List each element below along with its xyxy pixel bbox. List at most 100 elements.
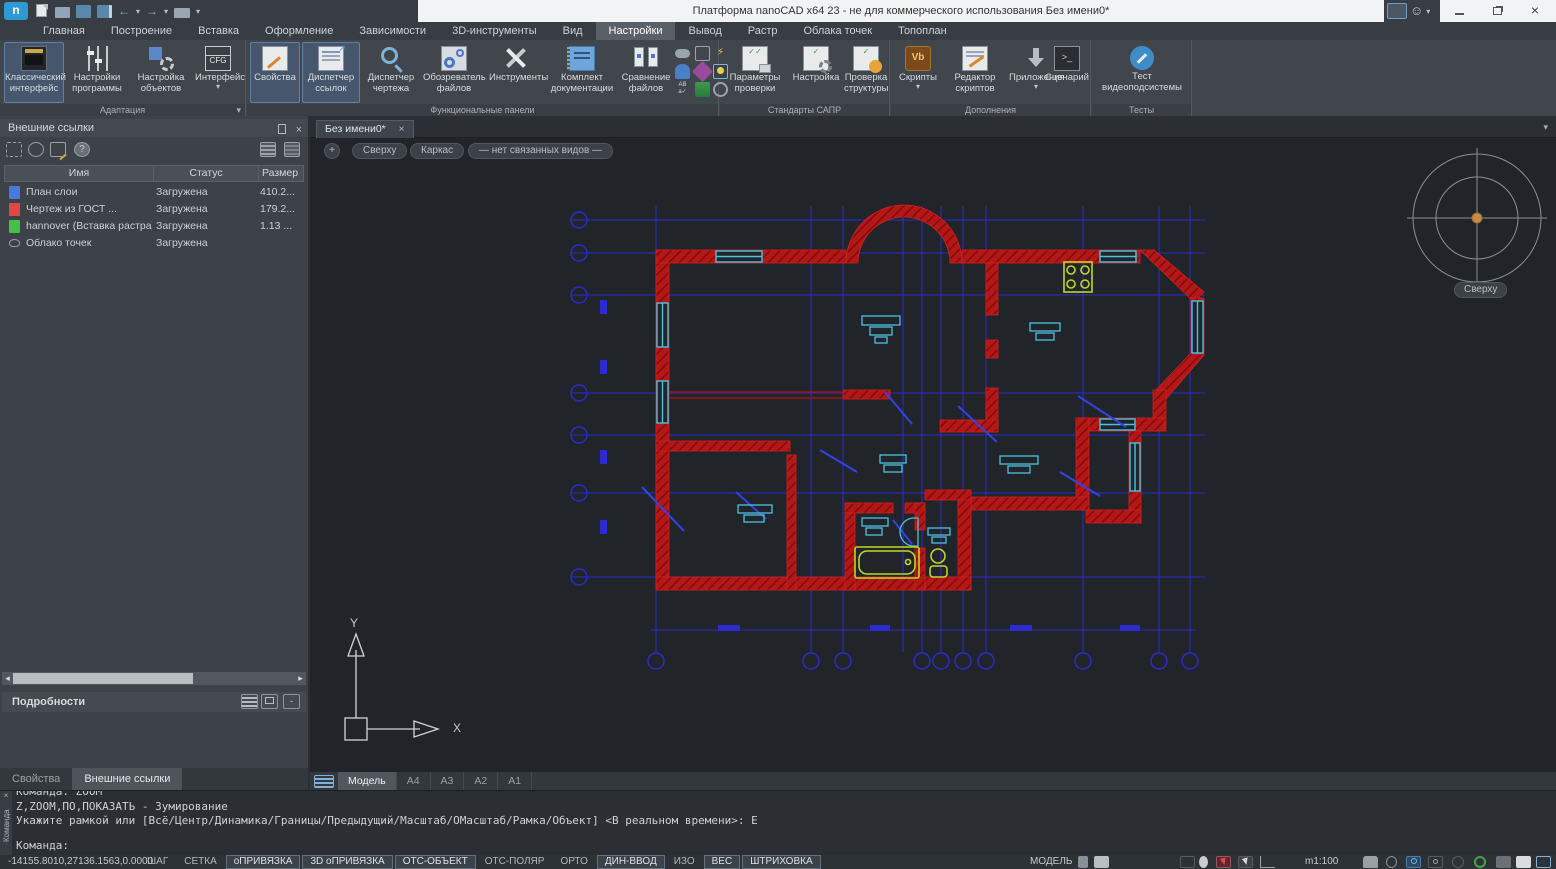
section-icon[interactable] [695,46,710,61]
tab-glavnaya[interactable]: Главная [30,22,98,40]
undo-icon[interactable]: ← [118,4,130,18]
save-as-icon[interactable] [97,4,112,18]
script-editor-button[interactable]: Редактор скриптов [944,42,1006,103]
column-status[interactable]: Статус [153,166,258,181]
pin-icon[interactable] [278,124,286,134]
undo-caret-icon[interactable]: ▾ [136,7,140,15]
classic-interface-button[interactable]: Классический интерфейс [4,42,66,103]
fullscreen-icon[interactable] [1536,856,1551,868]
xref-row[interactable]: Облако точек Загружена [4,235,304,252]
toggle-3d-osnap[interactable]: 3D оПРИВЯЗКА [302,855,393,869]
layout-tab-a1[interactable]: А1 [498,772,533,790]
close-panel-icon[interactable]: × [296,124,302,137]
properties-button[interactable]: Свойства [250,42,300,103]
zoom-icon[interactable] [1386,856,1397,868]
tab-vstavka[interactable]: Вставка [185,22,252,40]
xref-row[interactable]: hannover (Вставка растра) Загружена 1.13… [4,218,304,235]
command-input[interactable]: Команда: [16,839,69,852]
xref-row[interactable]: План слои Загружена 410.2... [4,184,304,201]
tab-nastroyki[interactable]: Настройки [595,22,676,40]
chart-icon[interactable] [695,82,710,97]
redo-icon[interactable]: → [146,4,158,18]
scenario-button[interactable]: >_ Сценарий [1043,42,1091,103]
tools-button[interactable]: Инструменты [488,42,548,103]
restore-button[interactable] [1482,0,1512,22]
close-button[interactable]: × [1520,0,1550,22]
tab-postroenie[interactable]: Построение [98,22,185,40]
toggle-lineweight[interactable]: ВЕС [703,855,741,869]
file-browser-button[interactable]: Обозреватель файлов [422,42,486,103]
viewport-menu-button[interactable]: + [324,143,340,159]
ribbon-toggle-icon[interactable] [1387,3,1407,19]
xref-row[interactable]: Чертеж из ГОСТ ... Загружена 179.2... [4,201,304,218]
layout-tab-model[interactable]: Модель [338,772,397,790]
tab-oblaka-tochek[interactable]: Облака точек [791,22,886,40]
scrollbar-thumb[interactable] [13,673,193,684]
zoom-extents-icon[interactable] [1428,856,1443,868]
print-icon[interactable] [174,8,191,18]
xref-manager-button[interactable]: ↗ Диспетчер ссылок [302,42,360,103]
minimize-button[interactable] [1444,0,1474,22]
toggle-osnap[interactable]: оПРИВЯЗКА [225,855,301,869]
help-icon[interactable]: ? [74,142,90,157]
spell-check-icon[interactable]: АВ а✓ [675,82,690,97]
document-close-icon[interactable]: × [399,124,405,135]
program-settings-button[interactable]: Настройки программы [66,42,128,103]
pan-icon[interactable] [1363,856,1378,868]
drawing-viewport[interactable]: + Сверху Каркас — нет связанных видов — … [310,138,1556,772]
qat-customize-icon[interactable]: ▾ [196,7,200,15]
tab-vyvod[interactable]: Вывод [675,22,734,40]
tab-3d-instrumenty[interactable]: 3D-инструменты [439,22,550,40]
layout-tab-a4[interactable]: А4 [397,772,431,790]
materials-icon[interactable] [691,60,714,83]
detail-view-icon[interactable] [260,142,276,157]
command-close-icon[interactable]: × [0,791,12,800]
view-direction-button[interactable]: Сверху [352,143,408,159]
command-side-tab[interactable]: × Команда [0,791,12,855]
object-settings-button[interactable]: Настройка объектов [130,42,192,103]
linked-views-button[interactable]: — нет связанных видов — [468,143,614,159]
orbit-icon[interactable] [1452,856,1464,868]
scripts-button[interactable]: Vb Скрипты ▾ [894,42,942,103]
column-size[interactable]: Размер [258,166,301,181]
horizontal-scrollbar[interactable]: ◂ ▸ [2,672,306,685]
visual-style-button[interactable]: Каркас [410,143,465,159]
toggle-grid[interactable]: СЕТКА [177,855,224,869]
tab-vid[interactable]: Вид [550,22,596,40]
video-test-button[interactable]: Тест видеоподсистемы [1094,42,1190,103]
details-collapse-button[interactable]: - [283,694,300,709]
file-compare-button[interactable]: Сравнение файлов [620,42,672,103]
check-params-button[interactable]: ✓✓ Параметры проверки [723,42,787,103]
structure-check-button[interactable]: ✓ Проверка структуры [843,42,889,103]
scroll-right-icon[interactable]: ▸ [295,672,306,685]
tab-topoplan[interactable]: Топоплан [885,22,960,40]
app-logo[interactable]: n [4,2,28,20]
toggle-otrack-polar[interactable]: ОТС-ПОЛЯР [478,855,552,869]
layout-list-icon[interactable] [314,774,334,788]
nav-wheel-view-label[interactable]: Сверху [1454,282,1508,298]
list-view-icon[interactable] [284,142,300,157]
redo-caret-icon[interactable]: ▾ [164,7,168,15]
group-label-adaptation[interactable]: Адаптация ▾ [0,104,245,116]
toggle-ortho[interactable]: ОРТО [553,855,594,869]
lightbulb-icon[interactable] [1199,856,1208,868]
details-list-icon[interactable] [241,694,258,709]
toggle-snap[interactable]: ШАГ [140,855,175,869]
tab-zavisimosti[interactable]: Зависимости [346,22,439,40]
interface-button[interactable]: CFG Интерфейс ▾ [194,42,245,103]
scroll-left-icon[interactable]: ◂ [2,672,13,685]
tab-list-caret-icon[interactable]: ▾ [1543,122,1548,133]
toggle-iso[interactable]: ИЗО [667,855,702,869]
column-name[interactable]: Имя [5,166,153,181]
attach-image-icon[interactable] [28,142,44,157]
toggle-hatch[interactable]: ШТРИХОВКА [742,855,821,869]
dome-icon[interactable] [675,64,690,79]
nav-wheel-icon[interactable] [1474,856,1486,868]
order-icon[interactable] [1260,856,1275,868]
cloud-icon[interactable] [675,49,690,58]
standards-setup-button[interactable]: ✓ Настройка [789,42,843,103]
user-smile-icon[interactable]: ☺ [1410,3,1423,19]
save-icon[interactable] [76,4,91,18]
toggle-otrack-object[interactable]: ОТС-ОБЪЕКТ [394,855,476,869]
cursor-highlight-icon[interactable] [1216,856,1231,869]
